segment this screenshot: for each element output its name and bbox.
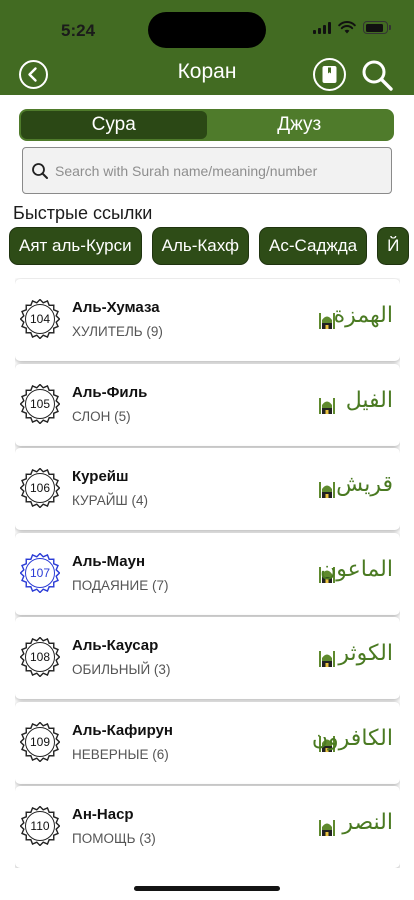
search-icon [32,162,48,179]
cellular-signal-icon [313,21,331,34]
quick-link-partial[interactable]: Й [377,227,410,265]
search-bar [22,147,392,194]
surah-arabic-name: الهمزة [333,303,393,328]
surah-meaning: ХУЛИТЕЛЬ (9) [72,324,163,339]
surah-arabic-name: الكوثر [338,641,393,666]
revelation-place [318,648,336,673]
surah-number-badge: 110 [20,806,60,846]
status-time: 5:24 [61,21,96,40]
surah-name: Аль-Филь [72,383,148,401]
surah-card[interactable]: 105 Аль-Филь СЛОН (5) الفيل [15,363,400,446]
surah-number-badge: 109 [20,721,60,762]
surah-meaning: СЛОН (5) [72,408,131,424]
revelation-place [318,479,336,504]
surah-name: Аль-Каусар [72,637,159,654]
surah-number: 109 [29,734,51,749]
surah-name: Аль-Хумаза [72,299,160,316]
search-icon [362,60,393,91]
surah-name: Ан-Наср [72,806,134,823]
quick-links-row: Аят аль-Курси Аль-Кахф Ас-Саджда Й [9,227,414,265]
quick-link-al-kahf[interactable]: Аль-Кахф [151,227,250,265]
quick-link-as-sajda[interactable]: Ас-Саджда [259,227,368,265]
surah-number-badge: 106 [20,468,60,508]
status-icons [313,21,391,34]
surah-number-badge: 107 [20,552,60,593]
search-button[interactable] [360,58,394,92]
mosque-icon [319,820,335,836]
surah-list: 104 Аль-Хумаза ХУЛИТЕЛЬ (9) الهمزة 105 Аль-Фи… [15,278,400,868]
surah-meaning: НЕВЕРНЫЕ (6) [72,746,169,762]
surah-meaning: КУРАЙШ (4) [72,493,149,508]
surah-card[interactable]: 110 Ан-Наср ПОМОЩЬ (3) النصر [15,786,400,868]
surah-number: 104 [29,312,51,326]
revelation-place [318,395,336,420]
surah-card[interactable]: 104 Аль-Хумаза ХУЛИТЕЛЬ (9) الهمزة [15,279,400,361]
battery-level [365,23,383,32]
battery-icon [363,21,391,34]
home-indicator [134,886,280,891]
surah-meaning: ОБИЛЬНЫЙ (3) [72,662,171,677]
dynamic-island [148,12,266,48]
tab-juz[interactable]: Джуз [207,111,393,139]
surah-number: 106 [29,481,51,495]
wifi-icon [338,21,356,34]
surah-arabic-name: النصر [342,810,393,835]
surah-arabic-name: قريش [336,472,393,497]
surah-arabic-name: الفيل [345,387,393,413]
surah-number-badge: 105 [20,383,60,424]
surah-number-badge: 104 [20,299,60,339]
quick-link-ayat-al-kursi[interactable]: Аят аль-Курси [9,227,142,265]
app-header: 5:24 Коран [0,0,414,95]
surah-name: Аль-Маун [72,552,146,570]
surah-number: 107 [29,565,51,580]
surah-name: Аль-Кафирун [72,721,173,739]
book-icon [322,66,337,83]
surah-card[interactable]: 109 Аль-Кафирун НЕВЕРНЫЕ (6) الكافرون [15,701,400,784]
surah-number: 110 [30,819,50,833]
surah-meaning: ПОМОЩЬ (3) [72,831,156,846]
surah-arabic-name: الماعون [320,556,393,582]
mosque-icon [319,397,335,414]
surah-number-badge: 108 [20,637,60,677]
search-input[interactable] [55,162,375,179]
surah-number: 105 [29,396,51,411]
page-title: Коран [177,60,237,83]
quick-links-title: Быстрые ссылки [13,203,153,223]
surah-name: Курейш [72,468,129,485]
surah-meaning: ПОДАЯНИЕ (7) [72,577,169,593]
surah-card[interactable]: 106 Курейш КУРАЙШ (4) قريش [15,448,400,530]
surah-card[interactable]: 107 Аль-Маун ПОДАЯНИЕ (7) الماعون [15,532,400,615]
surah-arabic-name: الكافرون [311,725,393,751]
surah-number: 108 [29,650,51,664]
surah-juz-segmented-control: Сура Джуз [19,109,394,141]
mosque-icon [319,651,335,667]
tab-surah[interactable]: Сура [21,111,207,139]
mosque-icon [319,482,335,498]
surah-card[interactable]: 108 Аль-Каусар ОБИЛЬНЫЙ (3) الكوثر [15,617,400,699]
revelation-place [318,817,336,842]
bookmarks-button[interactable] [313,58,346,91]
